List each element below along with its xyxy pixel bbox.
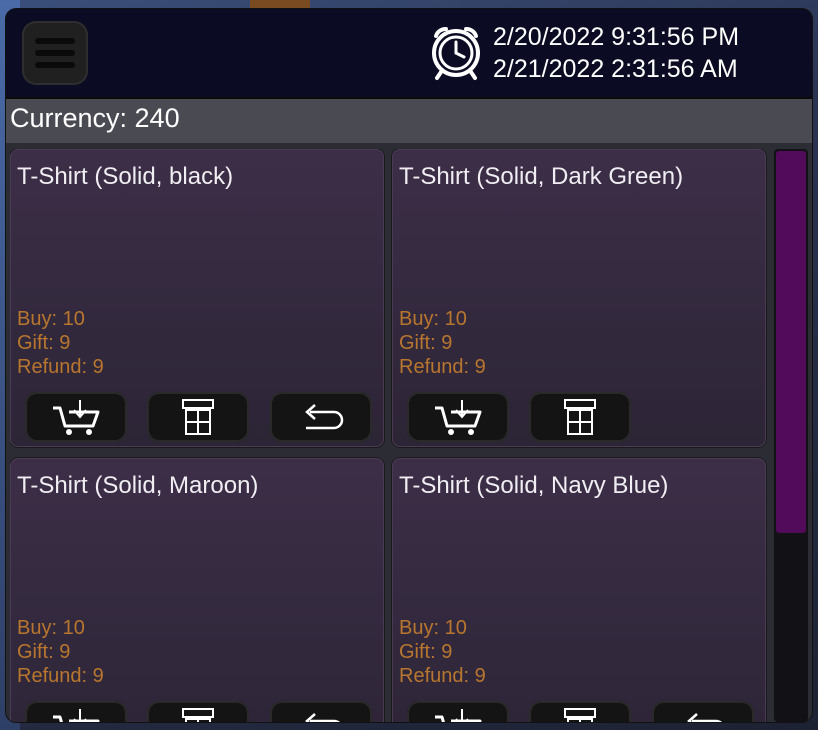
currency-label: Currency: 240: [10, 103, 180, 133]
refund-return-icon: [687, 713, 722, 722]
datetime-line-2: 2/21/2022 2:31:56 AM: [493, 55, 738, 83]
gift-box-icon: [182, 399, 214, 435]
item-title: T-Shirt (Solid, black): [17, 163, 234, 190]
item-stats: Buy: 10 Gift: 9 Refund: 9: [17, 616, 104, 688]
gift-button[interactable]: [147, 701, 249, 722]
item-stats: Buy: 10 Gift: 9 Refund: 9: [399, 616, 486, 688]
item-stats: Buy: 10 Gift: 9 Refund: 9: [399, 307, 486, 379]
refund-return-icon: [305, 713, 340, 722]
buy-price: Buy: 10: [17, 308, 85, 330]
buy-button[interactable]: [407, 701, 509, 722]
buy-price: Buy: 10: [17, 617, 85, 639]
scrollbar-thumb[interactable]: [776, 151, 806, 533]
buy-price: Buy: 10: [399, 617, 467, 639]
alarm-clock-icon: [432, 27, 480, 80]
refund-price: Refund: 9: [399, 356, 486, 378]
item-title: T-Shirt (Solid, Navy Blue): [399, 472, 669, 499]
shop-panel: 2/20/2022 9:31:56 PM 2/21/2022 2:31:56 A…: [6, 9, 812, 722]
refund-price: Refund: 9: [17, 356, 104, 378]
buy-button[interactable]: [25, 392, 127, 442]
gift-price: Gift: 9: [399, 641, 453, 663]
cart-buy-icon: [435, 400, 482, 435]
cart-buy-icon: [53, 400, 100, 435]
item-stats: Buy: 10 Gift: 9 Refund: 9: [17, 307, 104, 379]
item-grid: T-Shirt (Solid, black) Buy: 10 Gift: 9 R…: [10, 149, 772, 722]
gift-button[interactable]: [529, 392, 631, 442]
refund-price: Refund: 9: [399, 665, 486, 687]
refund-button[interactable]: [270, 701, 372, 722]
refund-price: Refund: 9: [17, 665, 104, 687]
buy-button[interactable]: [407, 392, 509, 442]
item-title: T-Shirt (Solid, Dark Green): [399, 163, 684, 190]
refund-return-icon: [305, 404, 344, 430]
item-title: T-Shirt (Solid, Maroon): [17, 472, 259, 499]
gift-box-icon: [564, 399, 596, 435]
gift-button[interactable]: [147, 392, 249, 442]
datetime-line-1: 2/20/2022 9:31:56 PM: [493, 23, 740, 51]
datetime-display: 2/20/2022 9:31:56 PM 2/21/2022 2:31:56 A…: [493, 21, 739, 85]
cart-buy-icon: [53, 709, 100, 722]
buy-button[interactable]: [25, 701, 127, 722]
refund-button[interactable]: [270, 392, 372, 442]
gift-price: Gift: 9: [399, 332, 453, 354]
menu-button[interactable]: [22, 21, 88, 85]
gift-button[interactable]: [529, 701, 631, 722]
refund-button[interactable]: [652, 701, 754, 722]
item-card: T-Shirt (Solid, black) Buy: 10 Gift: 9 R…: [10, 149, 384, 447]
top-bar: 2/20/2022 9:31:56 PM 2/21/2022 2:31:56 A…: [6, 9, 812, 99]
vertical-scrollbar[interactable]: [774, 149, 808, 722]
gift-box-icon: [564, 708, 596, 722]
item-card: T-Shirt (Solid, Maroon) Buy: 10 Gift: 9 …: [10, 458, 384, 722]
item-card: T-Shirt (Solid, Dark Green) Buy: 10 Gift…: [392, 149, 766, 447]
gift-box-icon: [182, 708, 214, 722]
buy-price: Buy: 10: [399, 308, 467, 330]
gift-price: Gift: 9: [17, 641, 71, 663]
cart-buy-icon: [435, 709, 482, 722]
gift-price: Gift: 9: [17, 332, 71, 354]
item-card: T-Shirt (Solid, Navy Blue) Buy: 10 Gift:…: [392, 458, 766, 722]
